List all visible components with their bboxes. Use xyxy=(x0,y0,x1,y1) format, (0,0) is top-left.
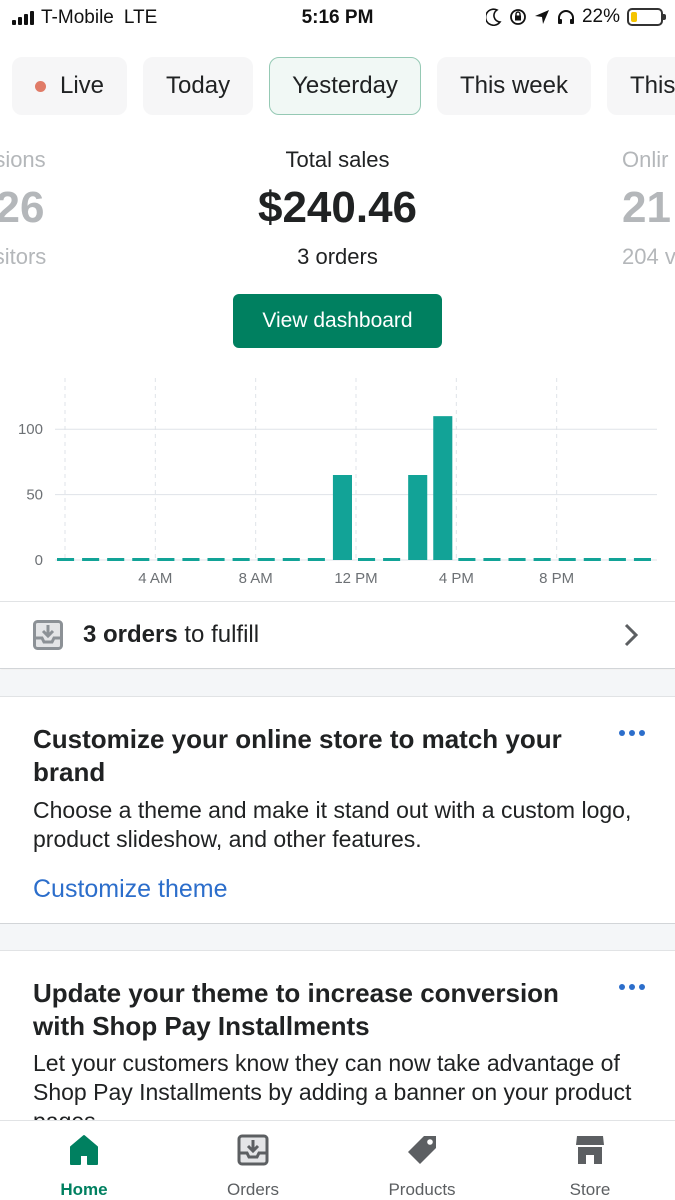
nav-label: Orders xyxy=(227,1180,279,1199)
y-tick-label: 0 xyxy=(35,552,43,569)
orientation-lock-icon xyxy=(510,9,526,25)
x-tick-label: 8 PM xyxy=(539,570,574,587)
location-arrow-icon xyxy=(534,10,549,24)
chart-bar xyxy=(358,558,376,561)
card-title: Update your theme to increase conversion… xyxy=(33,978,559,1041)
view-dashboard-button[interactable]: View dashboard xyxy=(233,294,442,348)
live-dot-icon xyxy=(35,80,46,92)
chart-bar xyxy=(82,558,100,561)
headphones-icon xyxy=(557,10,574,24)
metric-label: Total sales xyxy=(285,147,390,172)
chart-bar xyxy=(157,558,175,561)
chart-bar xyxy=(57,558,75,561)
chart-bar xyxy=(107,558,125,561)
card-title: Customize your online store to match you… xyxy=(33,724,562,787)
fulfill-rest: to fulfill xyxy=(177,621,260,648)
y-tick-label: 50 xyxy=(26,487,43,504)
chart-bar xyxy=(558,558,576,561)
section-gap xyxy=(0,924,675,950)
nav-label: Store xyxy=(569,1180,611,1199)
chart-bar xyxy=(232,558,250,561)
customize-store-card: Customize your online store to match you… xyxy=(0,696,675,924)
chart-bar xyxy=(408,475,428,560)
chart-bar xyxy=(282,558,300,561)
chart-bar xyxy=(182,558,200,561)
home-icon xyxy=(70,1135,98,1165)
metric-total-sales: Total sales $240.46 3 orders xyxy=(0,146,675,272)
chart-bar xyxy=(633,558,651,561)
chevron-right-icon xyxy=(624,623,639,647)
chart-bar xyxy=(483,558,501,561)
sales-chart-svg: 0 50 100 4 AM 8 AM 12 PM 4 PM 8 PM xyxy=(18,378,657,587)
sales-chart: 0 50 100 4 AM 8 AM 12 PM 4 PM 8 PM xyxy=(0,370,675,595)
fulfill-count: 3 orders xyxy=(83,621,178,648)
chart-bar xyxy=(132,558,150,561)
metric-sub: 204 v xyxy=(622,244,675,269)
inbox-download-icon xyxy=(33,620,63,650)
metric-value: 21 xyxy=(622,183,671,232)
tab-label: Today xyxy=(166,72,231,99)
nav-home[interactable]: Home xyxy=(24,1121,144,1200)
x-tick-label: 4 AM xyxy=(138,570,172,587)
chart-bar xyxy=(533,558,551,561)
nav-store[interactable]: Store xyxy=(530,1121,650,1200)
chart-bar xyxy=(433,416,453,560)
metric-online-store[interactable]: Onlir 21 204 v xyxy=(600,146,675,272)
x-tick-label: 12 PM xyxy=(334,570,377,587)
tab-label: Live xyxy=(60,72,105,99)
tab-yesterday[interactable]: Yesterday xyxy=(269,57,421,115)
metric-sub: 3 orders xyxy=(297,244,378,269)
status-right: 22% xyxy=(485,6,666,28)
nav-label: Products xyxy=(388,1180,456,1199)
chart-bar xyxy=(458,558,476,561)
chart-bar xyxy=(307,558,325,561)
moon-icon xyxy=(485,8,502,26)
chart-bar xyxy=(332,475,352,560)
tab-label: This week xyxy=(459,72,568,99)
chart-bar xyxy=(583,558,601,561)
orders-icon xyxy=(237,1134,269,1166)
bottom-navigation: Home Orders Products Store xyxy=(0,1120,675,1200)
orders-to-fulfill-row[interactable]: 3 orders to fulfill xyxy=(0,601,675,669)
y-tick-label: 100 xyxy=(18,421,43,438)
metric-label: Onlir xyxy=(622,147,669,172)
x-tick-label: 8 AM xyxy=(239,570,273,587)
battery-percent: 22% xyxy=(581,6,620,27)
tab-this-month[interactable]: This m xyxy=(606,57,675,115)
chart-bar xyxy=(257,558,275,561)
tab-label: Yesterday xyxy=(292,72,398,99)
x-tick-label: 4 PM xyxy=(439,570,474,587)
store-icon xyxy=(576,1136,604,1164)
nav-label: Home xyxy=(60,1180,108,1199)
battery-icon xyxy=(627,8,666,26)
metric-value: $240.46 xyxy=(257,183,418,232)
chart-bar xyxy=(608,558,626,561)
card-body: Choose a theme and make it stand out wit… xyxy=(33,797,632,852)
nav-products[interactable]: Products xyxy=(362,1121,482,1200)
section-gap xyxy=(0,670,675,696)
tag-icon xyxy=(408,1136,436,1164)
more-options-icon[interactable] xyxy=(619,984,645,990)
tab-live[interactable]: Live xyxy=(12,57,128,115)
date-range-tabs: Live Today Yesterday This week This m xyxy=(12,57,675,115)
nav-orders[interactable]: Orders xyxy=(193,1121,313,1200)
tab-label: This m xyxy=(629,72,675,99)
status-bar: T-Mobile LTE 5:16 PM 22% xyxy=(0,0,675,36)
chart-bar xyxy=(383,558,401,561)
chart-bar xyxy=(508,558,526,561)
more-options-icon[interactable] xyxy=(619,730,645,736)
tab-today[interactable]: Today xyxy=(143,57,254,115)
tab-this-week[interactable]: This week xyxy=(436,57,591,115)
fulfill-text: 3 orders to fulfill xyxy=(83,621,259,649)
chart-bar xyxy=(207,558,225,561)
customize-theme-link[interactable]: Customize theme xyxy=(33,875,228,904)
